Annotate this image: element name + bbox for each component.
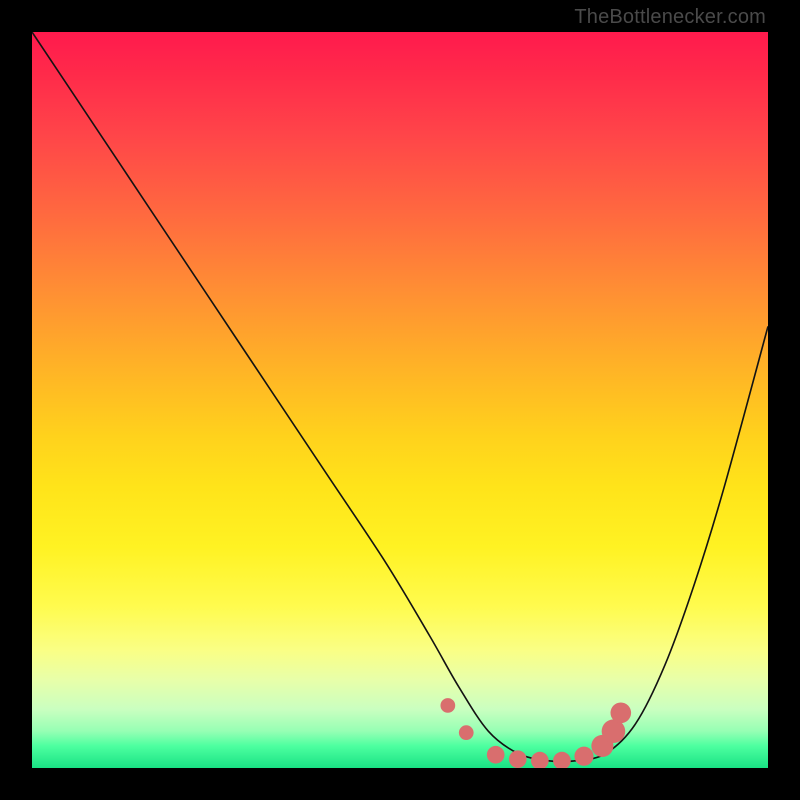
marker-dot — [553, 752, 571, 768]
marker-dot — [459, 725, 474, 740]
marker-dot — [574, 747, 593, 766]
marker-dot — [610, 702, 631, 723]
attribution-label: TheBottlenecker.com — [574, 6, 766, 29]
marker-dot — [531, 752, 549, 768]
chart-frame: TheBottlenecker.com — [0, 0, 800, 800]
marker-dot — [487, 746, 505, 764]
bottleneck-curve — [32, 32, 768, 762]
curve-layer — [32, 32, 768, 768]
marker-dot — [509, 750, 527, 768]
marker-dot — [440, 698, 455, 713]
marker-group — [440, 698, 631, 768]
plot-area — [32, 32, 768, 768]
